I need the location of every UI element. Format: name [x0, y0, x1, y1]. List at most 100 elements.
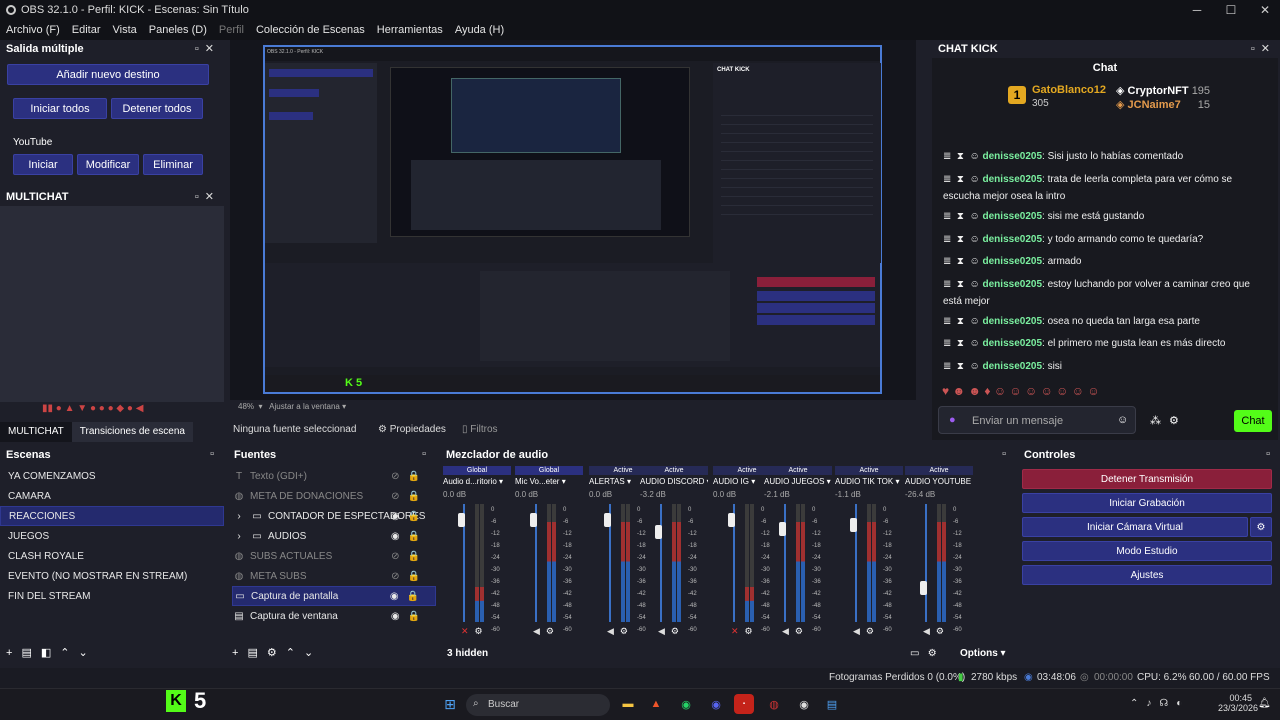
- start-virtualcam-button[interactable]: Iniciar Cámara Virtual: [1022, 517, 1248, 537]
- settings-icon[interactable]: ⚙: [745, 626, 759, 636]
- channel-controls[interactable]: ◀⚙: [782, 626, 809, 637]
- settings-button[interactable]: Ajustes: [1022, 565, 1272, 585]
- down-icon[interactable]: ⌄: [304, 647, 322, 659]
- notepad-icon[interactable]: ▤: [822, 694, 842, 714]
- menu-herramientas[interactable]: Herramientas: [371, 24, 449, 36]
- filter-icon[interactable]: ◧: [41, 647, 60, 659]
- menu-archivo[interactable]: Archivo (F): [0, 24, 66, 36]
- stop-all-button[interactable]: Detener todos: [111, 98, 203, 119]
- windows-start-icon[interactable]: ⊞: [440, 694, 460, 714]
- app-icon[interactable]: ▪: [734, 694, 754, 714]
- channel-name[interactable]: AUDIO DISCORD ▾: [640, 475, 708, 489]
- tab-transitions[interactable]: Transiciones de escena: [71, 422, 193, 442]
- mute-icon[interactable]: ✕: [461, 626, 475, 636]
- source-item[interactable]: › ▭ CONTADOR DE ESPECTADORES ◉🔒: [232, 506, 436, 526]
- source-item[interactable]: ◍ META SUBS ⊘🔒: [232, 566, 436, 586]
- channel-name[interactable]: AUDIO JUEGOS ▾: [764, 475, 832, 489]
- volume-knob[interactable]: [850, 518, 857, 533]
- up-icon[interactable]: ⌃: [286, 647, 304, 659]
- multichat-toolbar-icons[interactable]: ▮▮ ● ▲ ▼ ● ● ● ◆ ● ◀: [42, 403, 143, 414]
- scene-item[interactable]: JUEGOS: [0, 526, 224, 546]
- start-recording-button[interactable]: Iniciar Grabación: [1022, 493, 1272, 513]
- clock[interactable]: 00:45 23/3/2026: [1218, 693, 1258, 713]
- channel-controls[interactable]: ◀⚙: [658, 626, 685, 637]
- speaker-icon[interactable]: ◀: [607, 626, 620, 636]
- volume-knob[interactable]: [530, 513, 537, 528]
- settings-icon[interactable]: ⚙: [475, 626, 489, 636]
- trash-icon[interactable]: ▤: [21, 647, 40, 659]
- channel-name[interactable]: AUDIO TIK TOK ▾: [835, 475, 903, 489]
- menu-ayuda[interactable]: Ayuda (H): [449, 24, 510, 36]
- chat-input[interactable]: ● Enviar un mensaje ☺: [938, 406, 1136, 434]
- channel-name[interactable]: Mic Vo...eter ▾: [515, 475, 583, 489]
- youtube-modify-button[interactable]: Modificar: [77, 154, 139, 175]
- source-item-selected[interactable]: ▭ Captura de pantalla ◉🔒: [232, 586, 436, 606]
- start-all-button[interactable]: Iniciar todos: [13, 98, 107, 119]
- settings-icon[interactable]: ⚙: [671, 626, 685, 636]
- speaker-icon[interactable]: ◀: [923, 626, 936, 636]
- scene-item[interactable]: FIN DEL STREAM: [0, 586, 224, 606]
- expand-icon[interactable]: ›: [232, 531, 246, 542]
- channel-controls[interactable]: ✕⚙: [461, 626, 489, 637]
- discord-icon[interactable]: ◉: [706, 694, 726, 714]
- down-icon[interactable]: ⌄: [78, 647, 96, 659]
- add-icon[interactable]: +: [232, 647, 247, 659]
- properties-button[interactable]: ⚙ Propiedades: [378, 424, 446, 435]
- channel-controls[interactable]: ✕⚙: [731, 626, 759, 637]
- channel-controls[interactable]: ◀⚙: [607, 626, 634, 637]
- menu-editar[interactable]: Editar: [66, 24, 107, 36]
- channel-controls[interactable]: ◀⚙: [923, 626, 950, 637]
- source-item[interactable]: T Texto (GDI+) ⊘🔒: [232, 466, 436, 486]
- volume-fader[interactable]: [660, 504, 662, 622]
- add-icon[interactable]: +: [6, 647, 21, 659]
- source-item[interactable]: ▤ Captura de ventana ◉🔒: [232, 606, 436, 626]
- youtube-start-button[interactable]: Iniciar: [13, 154, 73, 175]
- volume-knob[interactable]: [779, 521, 786, 536]
- source-item[interactable]: ◍ META DE DONACIONES ⊘🔒: [232, 486, 436, 506]
- preview-screen-capture[interactable]: OBS 32.1.0 - Perfil: KICK CHAT KICK K 5: [263, 45, 882, 394]
- menu-vista[interactable]: Vista: [107, 24, 143, 36]
- speaker-icon[interactable]: ◀: [533, 626, 546, 636]
- menu-coleccion[interactable]: Colección de Escenas: [250, 24, 371, 36]
- obs-icon[interactable]: ◉: [794, 694, 814, 714]
- zoom-label[interactable]: 48% ▾ Ajustar a la ventana ▾: [238, 402, 346, 411]
- scene-item[interactable]: YA COMENZAMOS: [0, 466, 224, 486]
- filters-button[interactable]: ▯ Filtros: [462, 424, 498, 435]
- settings-icon[interactable]: ⚙: [936, 626, 950, 636]
- emote-row[interactable]: ♥ ☻ ☻ ♦ ☺ ☺ ☺ ☺ ☺ ☺ ☺: [942, 384, 1100, 398]
- channel-name[interactable]: Audio d...ritorio ▾: [443, 475, 511, 489]
- minimize-button[interactable]: ─: [1180, 0, 1214, 20]
- mute-icon[interactable]: ✕: [731, 626, 745, 636]
- app-icon-2[interactable]: ◍: [764, 694, 784, 714]
- tray-icons[interactable]: ⌃♪☊◐: [1130, 698, 1190, 709]
- chat-send-button[interactable]: Chat: [1234, 410, 1272, 432]
- maximize-button[interactable]: ☐: [1214, 0, 1248, 20]
- settings-icon[interactable]: ⚙: [620, 626, 634, 636]
- settings-icon[interactable]: ⚙: [866, 626, 880, 636]
- scene-item[interactable]: EVENTO (NO MOSTRAR EN STREAM): [0, 566, 224, 586]
- chat-tools[interactable]: ⁂⚙: [1150, 414, 1187, 427]
- volume-knob[interactable]: [458, 513, 465, 528]
- whatsapp-icon[interactable]: ◉: [676, 694, 696, 714]
- source-item[interactable]: › ▭ AUDIOS ◉🔒: [232, 526, 436, 546]
- mixer-options-button[interactable]: Options ▾: [960, 648, 1006, 659]
- up-icon[interactable]: ⌃: [60, 647, 78, 659]
- menu-paneles[interactable]: Paneles (D): [143, 24, 213, 36]
- studio-mode-button[interactable]: Modo Estudio: [1022, 541, 1272, 561]
- settings-icon[interactable]: ⚙: [546, 626, 560, 636]
- volume-knob[interactable]: [920, 580, 927, 595]
- expand-icon[interactable]: ›: [232, 511, 246, 522]
- stop-stream-button[interactable]: Detener Transmisión: [1022, 469, 1272, 489]
- volume-knob[interactable]: [655, 525, 662, 540]
- speaker-icon[interactable]: ◀: [658, 626, 671, 636]
- emoji-icon[interactable]: ☺: [1117, 414, 1128, 426]
- hidden-count[interactable]: 3 hidden: [447, 648, 488, 659]
- settings-icon[interactable]: ⚙: [795, 626, 809, 636]
- channel-controls[interactable]: ◀⚙: [533, 626, 560, 637]
- source-item[interactable]: ◍ SUBS ACTUALES ⊘🔒: [232, 546, 436, 566]
- volume-fader[interactable]: [925, 504, 927, 622]
- virtualcam-settings-icon[interactable]: ⚙: [1250, 517, 1272, 537]
- channel-controls[interactable]: ◀⚙: [853, 626, 880, 637]
- mixer-footer-icons[interactable]: ▭ ⚙: [910, 648, 937, 659]
- notification-icon[interactable]: 🔔︎: [1258, 698, 1271, 709]
